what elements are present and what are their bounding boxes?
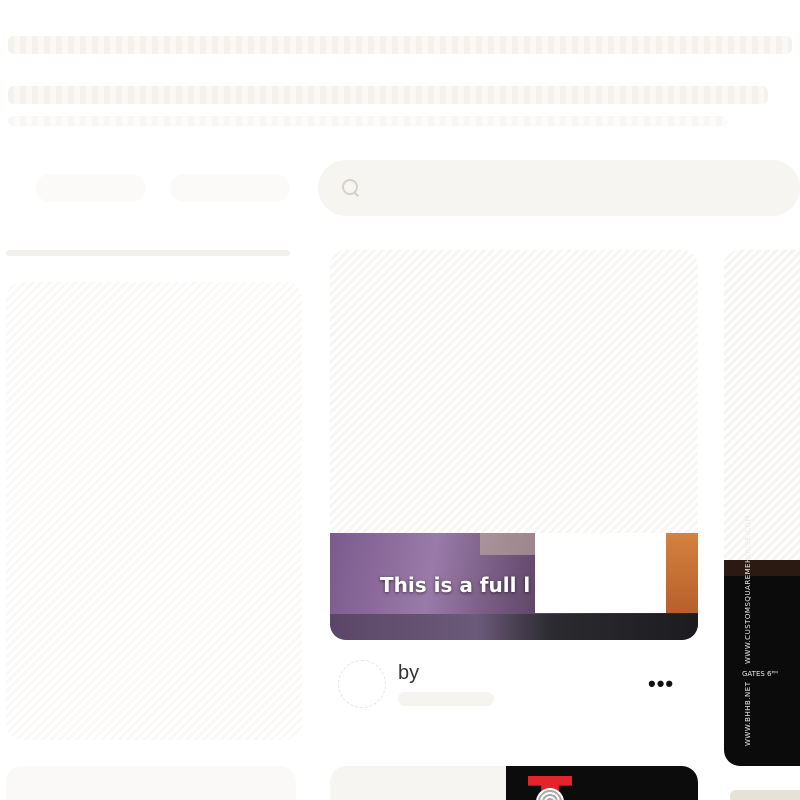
header-line — [8, 86, 768, 104]
poster-edge — [724, 560, 800, 576]
filter-chip[interactable] — [36, 174, 146, 202]
poster-url-text: WWW.BHHB.NET — [744, 681, 752, 746]
pin-card[interactable] — [330, 766, 698, 800]
poster-gates-text: GATES 6ᴾᴹ — [742, 670, 778, 678]
pin-placeholder — [6, 250, 290, 256]
avatar[interactable] — [338, 660, 386, 708]
search-input[interactable] — [318, 160, 800, 216]
author-name[interactable] — [398, 692, 494, 706]
more-options-icon[interactable]: ••• — [648, 673, 680, 695]
filter-chip[interactable] — [170, 174, 290, 202]
poster-url-text: WWW.CUSTOMSQUAREMEHOUSE.COM — [744, 514, 752, 664]
pin-image — [330, 250, 698, 533]
author-line: by — [398, 662, 419, 685]
pin-card[interactable] — [6, 766, 296, 800]
pin-card[interactable] — [6, 282, 302, 740]
pin-meta: by ••• — [338, 656, 698, 716]
pin-card[interactable] — [724, 250, 800, 560]
pin-card-poster[interactable]: WWW.CUSTOMSQUAREMEHOUSE.COM GATES 6ᴾᴹ WW… — [724, 514, 800, 766]
pin-card[interactable] — [730, 790, 800, 800]
video-overlay — [535, 533, 667, 613]
search-icon — [342, 179, 360, 197]
header-line — [8, 36, 792, 54]
pin-video-frame[interactable]: This is a full l — [330, 533, 698, 640]
video-background — [330, 614, 698, 640]
author-by: by — [398, 662, 420, 684]
pin-card-main[interactable]: This is a full l — [330, 250, 698, 640]
toolbar — [0, 160, 800, 216]
video-background — [666, 533, 698, 613]
video-caption: This is a full l — [380, 573, 531, 597]
header-line — [8, 116, 728, 126]
